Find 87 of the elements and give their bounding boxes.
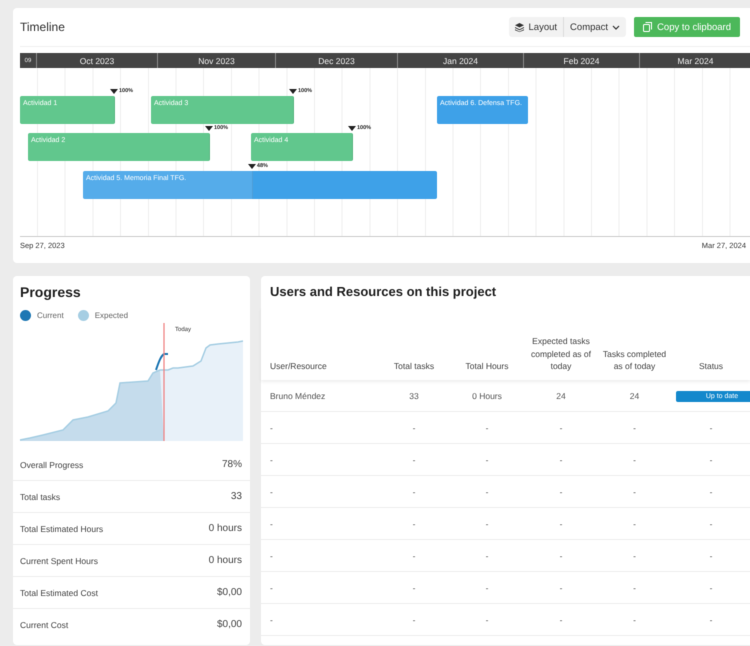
table-cell: - xyxy=(672,444,750,476)
table-cell: - xyxy=(597,508,672,540)
chevron-down-icon xyxy=(612,24,620,30)
column-header: Tasks completed as of today xyxy=(602,348,668,374)
column-header: Total tasks xyxy=(392,360,436,374)
column-header: User/Resource xyxy=(269,360,328,374)
table-cell: 24 xyxy=(525,380,597,412)
stat-label: Total Estimated Cost xyxy=(20,588,98,598)
table-cell: - xyxy=(261,508,379,540)
table-cell: - xyxy=(449,476,525,508)
card-title: Timeline xyxy=(20,20,66,34)
month-header: Mar 2024 xyxy=(640,53,750,68)
month-header: Dec 2023 xyxy=(276,53,398,68)
table-cell: - xyxy=(379,540,449,572)
table-cell: - xyxy=(597,604,672,636)
table-cell: - xyxy=(672,572,750,604)
table-cell: - xyxy=(449,540,525,572)
table-cell: - xyxy=(672,604,750,636)
table-cell: - xyxy=(597,572,672,604)
table-cell: - xyxy=(525,572,597,604)
layers-icon xyxy=(514,22,524,32)
table-cell: - xyxy=(449,604,525,636)
triangle-icon xyxy=(348,126,356,130)
stat-value: 0 hours xyxy=(208,523,242,534)
table-cell: - xyxy=(597,540,672,572)
copy-icon xyxy=(643,22,652,32)
column-header: Expected tasks completed as of today xyxy=(530,334,592,374)
table-cell: Bruno Méndez xyxy=(261,380,379,412)
table-cell: - xyxy=(261,572,379,604)
table-cell: - xyxy=(449,572,525,604)
table-cell: - xyxy=(597,412,672,444)
table-cell: - xyxy=(379,476,449,508)
table-cell: - xyxy=(525,604,597,636)
stat-value: 33 xyxy=(230,491,242,502)
month-header: Nov 2023 xyxy=(158,53,276,68)
stat-label: Current Spent Hours xyxy=(20,556,98,566)
column-header: Total Hours xyxy=(464,360,510,374)
stat-label: Overall Progress xyxy=(20,460,84,470)
table-cell: - xyxy=(261,476,379,508)
table-cell: - xyxy=(525,508,597,540)
copy-button[interactable]: Copy to clipboard xyxy=(634,17,740,37)
layout-button[interactable]: Layout xyxy=(508,17,564,37)
stat-label: Total tasks xyxy=(20,492,60,502)
table-cell: - xyxy=(261,604,379,636)
layout-dropdown[interactable]: Compact xyxy=(563,17,626,37)
table-cell: - xyxy=(449,444,525,476)
table-cell: - xyxy=(261,444,379,476)
month-header: Feb 2024 xyxy=(524,53,640,68)
table-cell: - xyxy=(672,476,750,508)
table-cell: - xyxy=(525,476,597,508)
table-cell: - xyxy=(672,412,750,444)
table-cell: - xyxy=(261,412,379,444)
stat-value: $0,00 xyxy=(216,619,242,630)
triangle-icon xyxy=(205,126,213,130)
triangle-icon xyxy=(248,164,256,168)
table-cell: - xyxy=(597,476,672,508)
table-cell: 24 xyxy=(597,380,672,412)
table-cell: - xyxy=(525,412,597,444)
table-cell: - xyxy=(379,412,449,444)
table-cell: - xyxy=(379,508,449,540)
stat-value: 78% xyxy=(222,459,242,470)
card-title: Users and Resources on this project xyxy=(269,284,498,299)
triangle-icon xyxy=(110,88,118,94)
table-cell: - xyxy=(672,540,750,572)
month-header: Jan 2024 xyxy=(398,53,524,68)
column-header: Status xyxy=(698,360,724,374)
card-title: Progress xyxy=(19,284,82,300)
table-cell: - xyxy=(379,572,449,604)
table-cell: - xyxy=(672,508,750,540)
table-cell: - xyxy=(261,540,379,572)
legend-label: Expected xyxy=(94,311,128,320)
stat-label: Total Estimated Hours xyxy=(20,524,104,534)
table-cell: - xyxy=(379,604,449,636)
table-cell: - xyxy=(525,540,597,572)
stat-value: 0 hours xyxy=(208,555,242,566)
table-cell: - xyxy=(525,444,597,476)
table-cell: 33 xyxy=(379,380,449,412)
table-cell: - xyxy=(379,444,449,476)
month-header: Oct 2023 xyxy=(37,53,158,68)
triangle-icon xyxy=(289,88,297,94)
table-cell: 0 Hours xyxy=(449,380,525,412)
legend-label: Current xyxy=(37,311,64,320)
table-cell: - xyxy=(449,508,525,540)
stat-label: Current Cost xyxy=(20,620,68,630)
table-cell: - xyxy=(597,444,672,476)
stat-value: $0,00 xyxy=(216,587,242,598)
table-cell: - xyxy=(449,412,525,444)
